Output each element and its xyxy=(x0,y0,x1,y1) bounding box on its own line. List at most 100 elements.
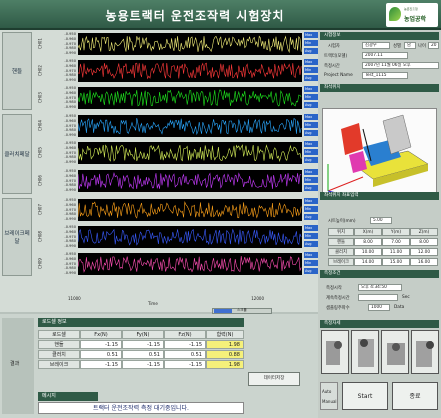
y-tick: -0.990 xyxy=(64,271,76,276)
x-field[interactable]: 8.00 xyxy=(354,238,382,246)
posture-photo-2 xyxy=(351,330,379,374)
y-tick: -0.990 xyxy=(64,244,76,249)
tester-field[interactable]: 김광우 xyxy=(362,42,390,49)
header-cell: Fx(N) xyxy=(80,330,122,339)
z-field[interactable]: 8.00 xyxy=(410,238,438,246)
x-axis-start: 11000 xyxy=(68,296,81,301)
fz-value: 0.51 xyxy=(164,350,206,359)
fx-value: -1.15 xyxy=(80,340,122,349)
message-section-header: 메시지 xyxy=(38,392,98,401)
y-tick: -0.990 xyxy=(64,217,76,222)
y-tick: -0.990 xyxy=(64,78,76,83)
y-tick: -0.990 xyxy=(64,160,76,165)
signal-strip: CH04-0.950-0.960-0.970-0.980-0.990Max-0.… xyxy=(34,114,334,138)
seat-3d-view xyxy=(322,108,437,198)
seat-height-field[interactable]: 5.00 xyxy=(370,217,392,224)
y-ticks: -0.950 -0.960 -0.970 -0.980 -0.990 xyxy=(46,252,76,276)
app-title: 농용트랙터 운전조작력 시험장치 xyxy=(105,9,285,23)
x-field[interactable]: 14.00 xyxy=(354,258,382,266)
start-time-field[interactable]: 오후 4:34:50 xyxy=(358,284,402,291)
fy-value: -1.15 xyxy=(122,340,164,349)
total-value: 0.88 xyxy=(206,350,244,359)
y-field[interactable]: 11.00 xyxy=(382,248,410,256)
y-ticks: -0.950 -0.960 -0.970 -0.980 -0.990 xyxy=(46,141,76,165)
signal-trace xyxy=(78,87,302,109)
table-row: 핸들 -1.15 -1.15 -1.15 1.98 xyxy=(38,340,244,350)
x-field[interactable]: 10.00 xyxy=(354,248,382,256)
signal-strip: CH07-0.950-0.960-0.970-0.980-0.990Max-0.… xyxy=(34,198,334,222)
rate-field[interactable]: 1000 xyxy=(368,304,390,311)
date-label: 측정시간 xyxy=(324,64,340,69)
application-window: 농용트랙터 운전조작력 시험장치 농촌진흥청 농업공학 핸들 클러치페달 브레이… xyxy=(0,0,441,418)
channel-label: CH07 xyxy=(37,204,43,215)
posture-photo-1 xyxy=(321,330,349,374)
group-label-clutch: 클러치페달 xyxy=(2,114,32,194)
signal-strip: CH01-0.950-0.960-0.970-0.980-0.990Max-0.… xyxy=(34,32,334,56)
fy-value: 0.51 xyxy=(122,350,164,359)
y-field[interactable]: 7.00 xyxy=(382,238,410,246)
row-name: 브레이크 xyxy=(38,360,80,369)
scroll-thumb[interactable] xyxy=(214,309,232,313)
z-field[interactable]: 16.00 xyxy=(410,258,438,266)
model-label: 트랙터(모델) xyxy=(324,54,348,59)
project-label: Project Name xyxy=(324,73,353,78)
date-field[interactable]: 2007년 11월 06일 오후 xyxy=(362,62,439,69)
signal-strip: CH03-0.950-0.960-0.970-0.980-0.990Max-0.… xyxy=(34,86,334,110)
table-row: 브레이크 -1.15 -1.15 -1.15 1.98 xyxy=(38,360,244,370)
channel-label: CH03 xyxy=(37,92,43,103)
y-field[interactable]: 15.00 xyxy=(382,258,410,266)
age-label: 나이 xyxy=(418,44,426,49)
rate-unit: Data xyxy=(394,305,405,310)
signal-strip: CH02-0.950-0.960-0.970-0.980-0.990Max-0.… xyxy=(34,59,334,83)
result-tag: 결과 xyxy=(2,318,34,414)
posture-photo-3 xyxy=(381,330,409,374)
loadcell-section-header: 로드셀 정보 xyxy=(38,318,244,327)
channel-label: CH09 xyxy=(37,258,43,269)
sex-select[interactable]: 남 xyxy=(404,42,416,49)
y-ticks: -0.950 -0.960 -0.970 -0.980 -0.990 xyxy=(46,169,76,193)
table-header-row: 로드셀 Fx(N) Fy(N) Fz(N) 합력(N) xyxy=(38,330,244,340)
fx-value: -1.15 xyxy=(80,360,122,369)
signal-trace xyxy=(78,253,302,275)
seat-height-label: 시트높이(mm) xyxy=(328,219,356,224)
y-tick: -0.990 xyxy=(64,133,76,138)
age-field[interactable]: 20 xyxy=(428,42,439,49)
elapsed-field[interactable] xyxy=(358,294,398,301)
channel-label: CH04 xyxy=(37,120,43,131)
grid-row-name: 브레이크 xyxy=(328,258,354,266)
x-axis-end: 12000 xyxy=(251,296,264,301)
signal-strip: CH09-0.950-0.960-0.970-0.980-0.990Max-0.… xyxy=(34,252,334,276)
signal-strip: CH08-0.950-0.960-0.970-0.980-0.990Max-0.… xyxy=(34,225,334,249)
stop-button[interactable]: 종료 xyxy=(392,382,438,410)
x-axis-label: Time xyxy=(148,301,158,306)
logo-line2: 농업공학 xyxy=(404,16,427,23)
z-field[interactable]: 12.00 xyxy=(410,248,438,256)
y-tick: -0.990 xyxy=(64,188,76,193)
mode-manual[interactable]: Manual xyxy=(322,399,337,404)
channel-label: CH06 xyxy=(37,175,43,186)
result-panel: 결과 로드셀 정보 로드셀 Fx(N) Fy(N) Fz(N) 합력(N) 핸들… xyxy=(0,314,318,418)
grid-header: X(m) xyxy=(354,228,382,236)
posture-header: 측정자세 xyxy=(320,320,439,328)
title-bar: 농용트랙터 운전조작력 시험장치 농촌진흥청 농업공학 xyxy=(0,0,441,30)
mode-auto[interactable]: Auto xyxy=(322,389,331,394)
header-cell: 로드셀 xyxy=(38,330,80,339)
elapsed-label: 계속측정시간 xyxy=(326,296,350,301)
signal-strip: CH06-0.950-0.960-0.970-0.980-0.990Max-0.… xyxy=(34,169,334,193)
save-data-button[interactable]: 데이터저장 xyxy=(248,372,300,386)
seat-model-image xyxy=(327,114,429,198)
signal-trace xyxy=(78,142,302,164)
model-field[interactable]: 2007.11 xyxy=(362,52,408,59)
table-row: 클러치 0.51 0.51 0.51 0.88 xyxy=(38,350,244,360)
fz-value: -1.15 xyxy=(164,360,206,369)
sex-label: 성별 xyxy=(393,44,401,49)
posture-photo-4 xyxy=(411,330,439,374)
signal-trace xyxy=(78,115,302,137)
signal-plots: 핸들 클러치페달 브레이크페달 CH01 -0.950 -0.960 -0.970 -0… xyxy=(0,30,334,314)
grid-header: Y(m) xyxy=(382,228,410,236)
measure-condition-header: 측정조건 xyxy=(320,270,439,278)
y-ticks: -0.950 -0.960 -0.970 -0.980 -0.990 xyxy=(46,32,76,56)
project-field[interactable]: Test_1115 xyxy=(362,72,408,79)
status-message: 트랙터 운전조작력 측정 대기중입니다. xyxy=(38,402,244,414)
start-button[interactable]: Start xyxy=(342,382,388,410)
